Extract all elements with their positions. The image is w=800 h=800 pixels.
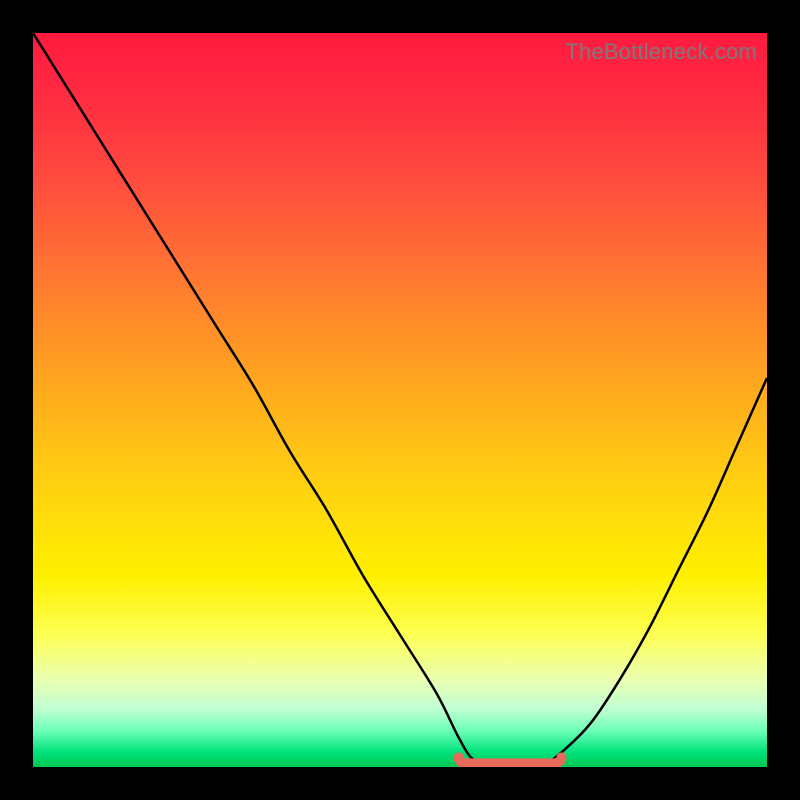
watermark-text: TheBottleneck.com [565, 39, 757, 65]
plot-area: TheBottleneck.com [33, 33, 767, 767]
chart-frame: TheBottleneck.com [0, 0, 800, 800]
bottleneck-curve [33, 33, 767, 767]
